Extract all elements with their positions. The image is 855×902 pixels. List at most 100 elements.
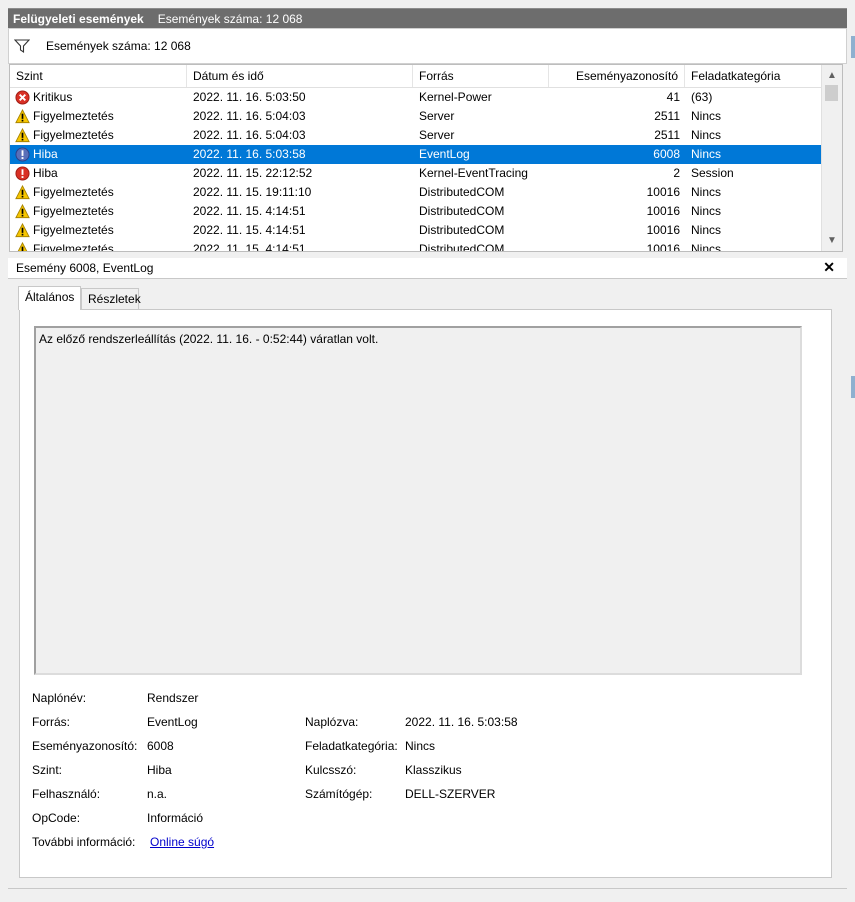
row-source: DistributedCOM [419, 185, 505, 199]
row-source: Server [419, 109, 455, 123]
row-event-id: 2 [673, 166, 680, 180]
opcode-label: OpCode: [32, 811, 81, 825]
scroll-up-icon[interactable]: ▲ [822, 67, 842, 84]
warning-icon [15, 204, 30, 219]
keyword-label: Kulcsszó: [305, 763, 357, 777]
warning-icon [15, 128, 30, 143]
event-list-scrollbar[interactable]: ▲ ▼ [821, 65, 842, 251]
column-header-category[interactable]: Feladatkategória [685, 65, 822, 87]
row-datetime: 2022. 11. 16. 5:04:03 [193, 109, 306, 123]
row-source: Server [419, 128, 455, 142]
scroll-down-icon[interactable]: ▼ [822, 232, 842, 249]
column-header-event-id[interactable]: Eseményazonosító [549, 65, 685, 87]
event-list-header: Szint Dátum és idő Forrás Eseményazonosí… [10, 65, 822, 88]
table-row[interactable]: Hiba 2022. 11. 15. 22:12:52 Kernel-EventTr… [10, 164, 822, 183]
row-level: Figyelmeztetés [33, 109, 114, 123]
warning-icon [15, 109, 30, 124]
tab-general[interactable]: Általános [18, 286, 81, 310]
event-description[interactable]: Az előző rendszerleállítás (2022. 11. 16… [34, 326, 802, 675]
table-row[interactable]: Figyelmeztetés 2022. 11. 16. 5:04:03 Serve… [10, 107, 822, 126]
column-header-level[interactable]: Szint [10, 65, 187, 87]
event-rows: Kritikus 2022. 11. 16. 5:03:50 Kernel-Powe… [10, 88, 822, 252]
online-help-link[interactable]: Online súgó [150, 835, 214, 849]
scroll-thumb[interactable] [825, 85, 838, 101]
row-event-id: 10016 [646, 223, 680, 237]
row-source: Kernel-EventTracing [419, 166, 528, 180]
logged-value: 2022. 11. 16. 5:03:58 [405, 715, 518, 729]
table-row[interactable]: Kritikus 2022. 11. 16. 5:03:50 Kernel-Powe… [10, 88, 822, 107]
filter-bar: Események száma: 12 068 [8, 28, 847, 64]
logged-label: Naplózva: [305, 715, 359, 729]
source-label: Forrás: [32, 715, 71, 729]
row-category: Nincs [691, 223, 722, 237]
row-datetime: 2022. 11. 15. 22:12:52 [193, 166, 313, 180]
event-detail-title: Esemény 6008, EventLog [16, 261, 154, 275]
row-category: Nincs [691, 109, 722, 123]
task-category-label: Feladatkategória: [305, 739, 398, 753]
level-value: Hiba [147, 763, 172, 777]
user-value: n.a. [147, 787, 168, 801]
event-id-value: 6008 [147, 739, 174, 753]
warning-icon [15, 185, 30, 200]
row-event-id: 10016 [646, 204, 680, 218]
right-edge-strip [851, 36, 855, 58]
row-datetime: 2022. 11. 15. 4:14:51 [193, 242, 306, 252]
row-category: Nincs [691, 147, 722, 161]
row-datetime: 2022. 11. 15. 19:11:10 [193, 185, 312, 199]
pane-event-count: Események száma: 12 068 [157, 11, 303, 26]
row-category: Nincs [691, 204, 722, 218]
row-level: Hiba [33, 166, 58, 180]
row-level: Figyelmeztetés [33, 242, 114, 252]
row-datetime: 2022. 11. 16. 5:04:03 [193, 128, 306, 142]
row-category: Session [691, 166, 734, 180]
user-label: Felhasználó: [32, 787, 101, 801]
row-datetime: 2022. 11. 16. 5:03:58 [193, 147, 306, 161]
table-row[interactable]: Figyelmeztetés 2022. 11. 15. 4:14:51 Distr… [10, 240, 822, 252]
tab-details[interactable]: Részletek [81, 288, 141, 310]
event-detail-header: Esemény 6008, EventLog ✕ [8, 258, 847, 279]
warning-icon [15, 223, 30, 238]
row-datetime: 2022. 11. 16. 5:03:50 [193, 90, 306, 104]
keyword-value: Klasszikus [405, 763, 462, 777]
table-row[interactable]: Figyelmeztetés 2022. 11. 15. 4:14:51 Distr… [10, 202, 822, 221]
bottom-divider [8, 888, 847, 889]
row-source: EventLog [419, 147, 470, 161]
row-level: Figyelmeztetés [33, 204, 114, 218]
row-event-id: 6008 [653, 147, 680, 161]
column-header-datetime[interactable]: Dátum és idő [187, 65, 413, 87]
filter-icon[interactable] [14, 38, 30, 54]
row-level: Figyelmeztetés [33, 128, 114, 142]
column-header-source[interactable]: Forrás [413, 65, 549, 87]
row-source: DistributedCOM [419, 223, 505, 237]
row-level: Figyelmeztetés [33, 223, 114, 237]
pane-title-bar: Felügyeleti események Események száma: 1… [8, 8, 847, 28]
computer-value: DELL-SZERVER [405, 787, 496, 801]
event-list[interactable]: Szint Dátum és idő Forrás Eseményazonosí… [9, 64, 843, 252]
row-level: Kritikus [33, 90, 73, 104]
close-icon[interactable]: ✕ [823, 259, 835, 276]
log-name-value: Rendszer [147, 691, 199, 705]
source-value: EventLog [147, 715, 198, 729]
opcode-value: Információ [147, 811, 204, 825]
row-event-id: 10016 [646, 242, 680, 252]
row-event-id: 2511 [654, 109, 680, 123]
row-datetime: 2022. 11. 15. 4:14:51 [193, 223, 306, 237]
table-row[interactable]: Figyelmeztetés 2022. 11. 16. 5:04:03 Serve… [10, 126, 822, 145]
row-event-id: 41 [666, 90, 680, 104]
table-row-selected[interactable]: Hiba 2022. 11. 16. 5:03:58 EventLog 6008 Nin… [10, 145, 822, 164]
task-category-value: Nincs [405, 739, 436, 753]
error-icon [15, 147, 30, 162]
table-row[interactable]: Figyelmeztetés 2022. 11. 15. 19:11:10 Dist… [10, 183, 822, 202]
row-source: DistributedCOM [419, 242, 505, 252]
table-row[interactable]: Figyelmeztetés 2022. 11. 15. 4:14:51 Distr… [10, 221, 822, 240]
computer-label: Számítógép: [305, 787, 373, 801]
row-level: Hiba [33, 147, 58, 161]
pane-title: Felügyeleti események [13, 11, 144, 26]
error-icon [15, 166, 30, 181]
log-name-label: Naplónév: [32, 691, 87, 705]
general-tab-panel: Az előző rendszerleállítás (2022. 11. 16… [19, 309, 832, 878]
row-datetime: 2022. 11. 15. 4:14:51 [193, 204, 306, 218]
warning-icon [15, 242, 30, 251]
row-category: Nincs [691, 128, 722, 142]
row-source: Kernel-Power [419, 90, 492, 104]
